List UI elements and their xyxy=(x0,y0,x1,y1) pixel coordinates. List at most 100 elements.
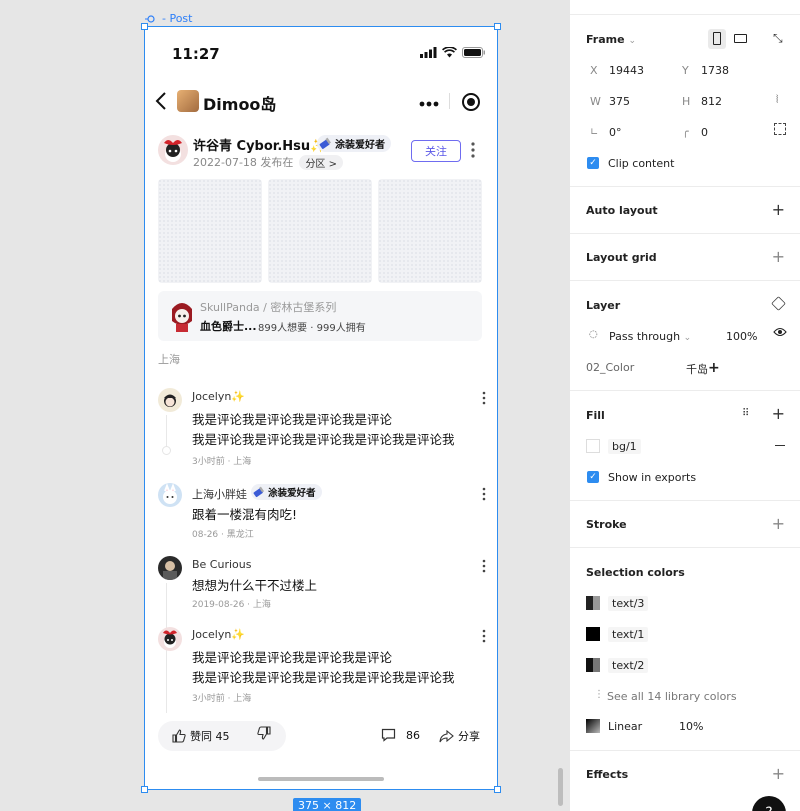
fill-style-chip[interactable]: bg/1 xyxy=(608,439,641,454)
stroke-section: Stroke + xyxy=(570,500,800,547)
add-effect-icon[interactable]: + xyxy=(772,764,785,783)
see-all-colors-link[interactable]: See all 14 library colors xyxy=(607,690,737,703)
layout-grid-section: Layout grid + xyxy=(570,233,800,280)
post-more-icon[interactable] xyxy=(470,141,476,159)
independent-corners-icon[interactable] xyxy=(774,123,786,135)
post-image-1[interactable] xyxy=(158,179,262,283)
visibility-eye-icon[interactable] xyxy=(773,327,787,340)
author-avatar[interactable] xyxy=(158,135,188,165)
x-input[interactable]: 19443 xyxy=(609,64,644,77)
landscape-icon[interactable] xyxy=(734,34,747,43)
zone-chip[interactable]: 分区 > xyxy=(299,154,343,170)
selection-color-chip[interactable]: text/1 xyxy=(608,627,649,642)
comment-text-line: 想想为什么干不过楼上 xyxy=(192,578,318,593)
add-layout-grid-icon[interactable]: + xyxy=(772,247,785,266)
resize-handle-tl[interactable] xyxy=(141,23,148,30)
color-token-value[interactable]: 千岛 xyxy=(686,361,708,377)
blend-drop-icon: ◌ xyxy=(589,329,598,340)
product-card[interactable]: SkullPanda / 密林古堡系列 血色爵士... 899人想要 · 999… xyxy=(158,291,482,341)
component-icon[interactable] xyxy=(771,296,786,311)
close-target-icon[interactable] xyxy=(462,93,480,111)
nav-divider xyxy=(449,93,450,109)
opacity-input[interactable]: 100% xyxy=(726,330,757,343)
comment-bubble-icon xyxy=(381,728,396,742)
y-input[interactable]: 1738 xyxy=(701,64,729,77)
more-dots-icon[interactable] xyxy=(419,91,439,112)
selection-color-chip[interactable]: text/2 xyxy=(608,658,649,673)
remove-fill-icon[interactable] xyxy=(775,445,785,447)
post-frame[interactable]: 11:27 Dimoo岛 许谷青 Cybor.Hsu✨ 涂装爱好者 2022-0… xyxy=(145,27,497,789)
stroke-title: Stroke xyxy=(586,518,627,531)
author-name[interactable]: 许谷青 Cybor.Hsu✨ xyxy=(193,135,326,154)
styles-grid-icon[interactable]: ⠿ xyxy=(742,408,750,419)
resize-handle-br[interactable] xyxy=(494,786,501,793)
w-input[interactable]: 375 xyxy=(609,95,630,108)
thread-line xyxy=(166,415,167,449)
clip-content-label: Clip content xyxy=(608,157,675,170)
follow-button[interactable]: 关注 xyxy=(411,140,461,162)
comment-avatar[interactable] xyxy=(158,627,182,651)
h-input[interactable]: 812 xyxy=(701,95,722,108)
comment-text-line: 我是评论我是评论我是评论我是评论我是评论我 xyxy=(192,670,455,685)
resize-to-fit-icon[interactable]: ⤡ xyxy=(773,31,783,46)
comment-text-line: 跟着一楼混有肉吃! xyxy=(192,507,298,522)
add-auto-layout-icon[interactable]: + xyxy=(772,200,785,219)
post-meta: 2022-07-18 发布在 分区 > xyxy=(193,154,343,170)
comment-avatar[interactable] xyxy=(158,388,182,412)
portrait-icon[interactable] xyxy=(708,29,726,49)
comment-more-icon[interactable] xyxy=(481,629,487,643)
comment-author[interactable]: Jocelyn✨ xyxy=(192,628,245,641)
signal-icon xyxy=(420,47,437,58)
post-image-2[interactable] xyxy=(268,179,372,283)
resize-handle-tr[interactable] xyxy=(494,23,501,30)
color-swatch[interactable] xyxy=(586,596,600,610)
clip-content-checkbox[interactable]: ✓ xyxy=(587,157,599,169)
thread-dot xyxy=(162,446,171,455)
comment-more-icon[interactable] xyxy=(481,391,487,405)
product-series: SkullPanda / 密林古堡系列 xyxy=(200,301,337,314)
comment-more-icon[interactable] xyxy=(481,487,487,501)
canvas-scrollbar[interactable] xyxy=(558,768,563,806)
post-image-3[interactable] xyxy=(378,179,482,283)
comment-author[interactable]: 上海小胖娃 xyxy=(192,486,247,502)
share-button[interactable]: 分享 xyxy=(439,728,480,744)
product-name: 血色爵士... xyxy=(200,320,257,333)
cursor-crosshair-icon: + xyxy=(708,360,720,376)
action-bar: 赞同 45 86 分享 xyxy=(145,717,497,757)
blend-mode-select[interactable]: Pass through ⌄ xyxy=(609,330,691,343)
selection-colors-section: Selection colors text/3 text/1 text/2 ⋮ … xyxy=(570,547,800,750)
fill-title: Fill xyxy=(586,409,605,422)
add-stroke-icon[interactable]: + xyxy=(772,514,785,533)
comment-avatar[interactable] xyxy=(158,556,182,580)
comment-meta: 3小时前 · 上海 xyxy=(192,694,252,704)
fill-swatch[interactable] xyxy=(586,439,600,453)
comment-author[interactable]: Be Curious xyxy=(192,558,251,571)
color-swatch[interactable] xyxy=(586,627,600,641)
rotation-input[interactable]: 0° xyxy=(609,126,622,139)
comment-badge: 涂装爱好者 xyxy=(251,484,322,500)
frame-title[interactable]: Frame ⌄ xyxy=(586,33,636,46)
color-swatch[interactable] xyxy=(586,658,600,672)
layer-title: Layer xyxy=(586,299,621,312)
design-canvas[interactable]: - Post 11:27 Dimoo岛 许谷青 Cybor.Hsu✨ 涂装爱好者… xyxy=(0,0,569,811)
constrain-proportions-icon[interactable]: ⦚ xyxy=(776,93,778,107)
show-exports-checkbox[interactable]: ✓ xyxy=(587,471,599,483)
add-fill-icon[interactable]: + xyxy=(772,404,785,423)
selection-color-chip[interactable]: text/3 xyxy=(608,596,649,611)
status-time: 11:27 xyxy=(172,45,220,63)
properties-panel: Frame ⌄ ⤡ X 19443 Y 1738 W 375 H 812 ⦚ ∟… xyxy=(569,0,800,811)
frame-label[interactable]: - Post xyxy=(144,12,192,25)
comment-avatar[interactable] xyxy=(158,483,182,507)
comment-text-line: 我是评论我是评论我是评论我是评论 xyxy=(192,650,393,665)
radius-input[interactable]: 0 xyxy=(701,126,708,139)
layer-section: Layer ◌ Pass through ⌄ 100% 02_Color 千岛 … xyxy=(570,280,800,390)
comment-button[interactable]: 86 xyxy=(381,728,420,742)
gradient-swatch[interactable] xyxy=(586,719,600,733)
comment-author[interactable]: Jocelyn✨ xyxy=(192,390,245,403)
gradient-opacity[interactable]: 10% xyxy=(679,720,703,733)
back-icon[interactable] xyxy=(155,91,167,117)
thumbs-down-icon[interactable] xyxy=(257,726,271,744)
comment-more-icon[interactable] xyxy=(481,559,487,573)
resize-handle-bl[interactable] xyxy=(141,786,148,793)
status-icons xyxy=(420,47,486,58)
